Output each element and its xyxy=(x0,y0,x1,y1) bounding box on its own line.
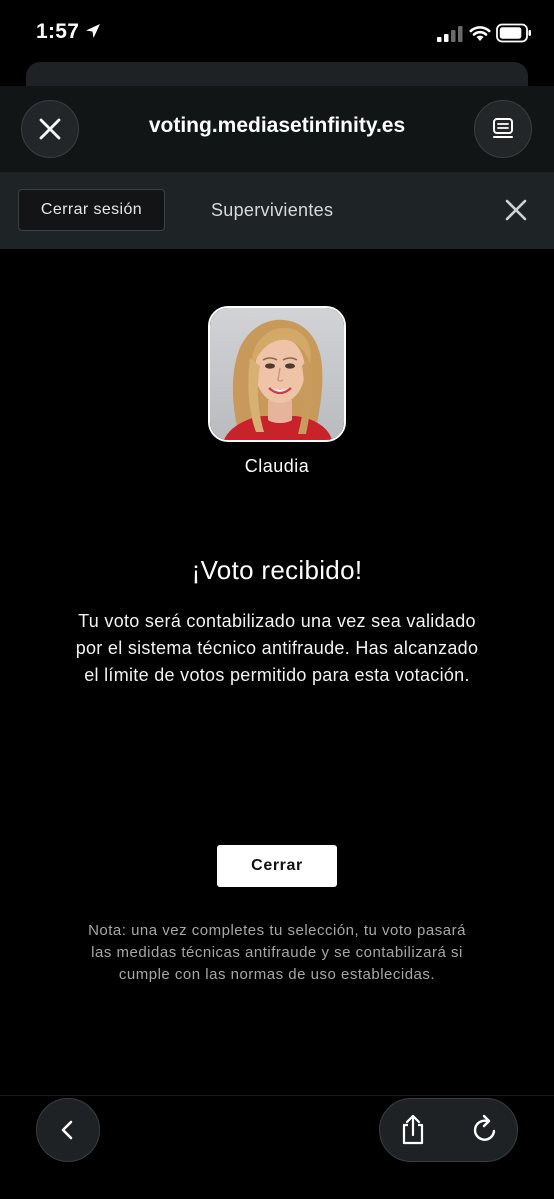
battery-icon xyxy=(496,23,531,43)
cellular-signal-icon xyxy=(437,26,463,42)
candidate-name: Claudia xyxy=(244,456,310,476)
back-button[interactable] xyxy=(36,1098,100,1162)
screen: 1:57 voting.mediasetinfinity.es Cerrar s… xyxy=(0,0,554,1199)
vote-received-heading: ¡Voto recibido! xyxy=(191,555,363,585)
candidate-photo xyxy=(208,306,346,442)
status-time: 1:57 xyxy=(36,20,80,43)
vote-message: Tu voto será contabilizado una vez sea v… xyxy=(75,611,479,685)
close-icon xyxy=(39,118,61,140)
share-icon[interactable] xyxy=(396,1113,430,1147)
reader-icon xyxy=(493,118,513,138)
browser-header: voting.mediasetinfinity.es xyxy=(0,86,554,172)
wifi-icon xyxy=(469,26,491,41)
close-button[interactable]: Cerrar xyxy=(217,845,337,887)
browser-bottom-toolbar xyxy=(0,1095,554,1199)
browser-actions xyxy=(379,1098,518,1162)
close-icon[interactable] xyxy=(502,196,530,224)
close-browser-button[interactable] xyxy=(21,100,79,158)
chevron-left-icon xyxy=(61,1120,73,1140)
logout-button[interactable]: Cerrar sesión xyxy=(18,189,165,231)
legal-note: Nota: una vez completes tu selección, tu… xyxy=(88,922,466,983)
portrait-image xyxy=(210,308,344,440)
status-bar: 1:57 xyxy=(0,0,554,64)
reader-mode-button[interactable] xyxy=(474,100,532,158)
show-title: Supervivientes xyxy=(211,200,334,220)
url-display[interactable]: voting.mediasetinfinity.es xyxy=(100,114,454,138)
reload-icon[interactable] xyxy=(468,1113,502,1147)
location-arrow-icon xyxy=(86,24,100,38)
site-toolbar: Cerrar sesión Supervivientes xyxy=(0,172,554,249)
